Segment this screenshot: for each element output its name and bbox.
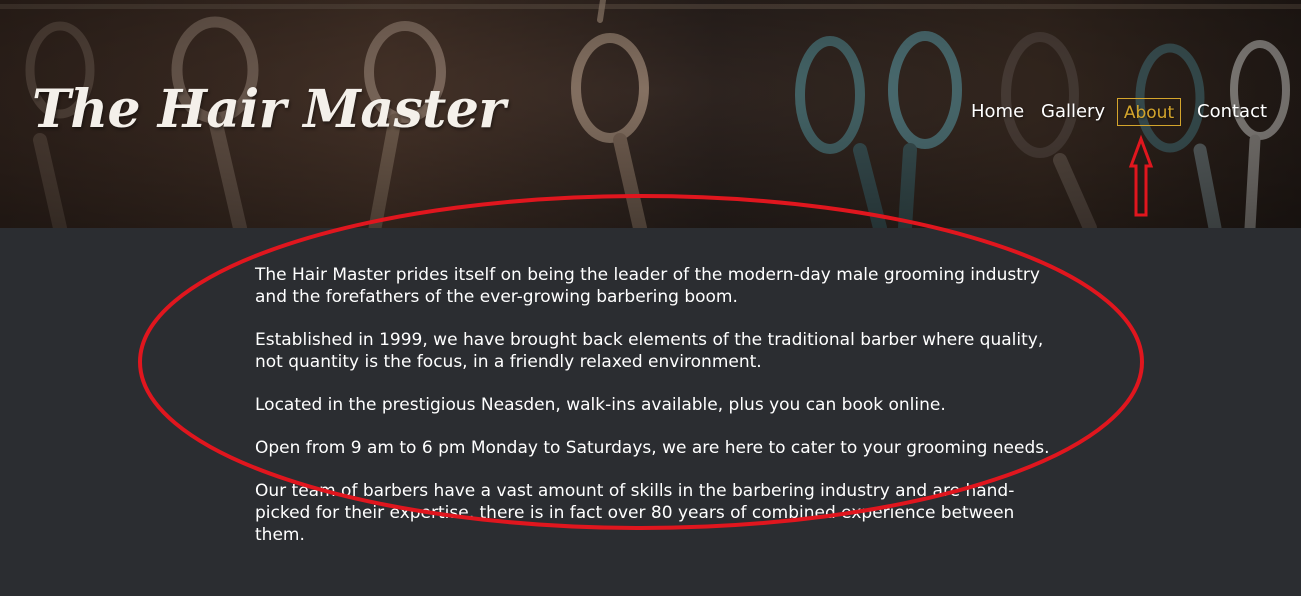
about-paragraph: The Hair Master prides itself on being t… [255,265,1040,307]
about-paragraph: Our team of barbers have a vast amount o… [255,481,1015,545]
hero-header: The Hair Master Home Gallery About Conta… [0,0,1301,228]
nav-about-link[interactable]: About [1117,98,1181,126]
about-paragraph: Established in 1999, we have brought bac… [255,330,1044,372]
main-nav: Home Gallery About Contact [0,96,1301,130]
about-content: The Hair Master prides itself on being t… [255,264,1065,567]
about-paragraph: Located in the prestigious Neasden, walk… [255,395,946,415]
page: The Hair Master Home Gallery About Conta… [0,0,1301,596]
nav-gallery-link[interactable]: Gallery [1041,96,1105,128]
nav-contact-link[interactable]: Contact [1197,96,1267,128]
about-paragraph: Open from 9 am to 6 pm Monday to Saturda… [255,438,1050,458]
nav-home-link[interactable]: Home [971,96,1024,128]
